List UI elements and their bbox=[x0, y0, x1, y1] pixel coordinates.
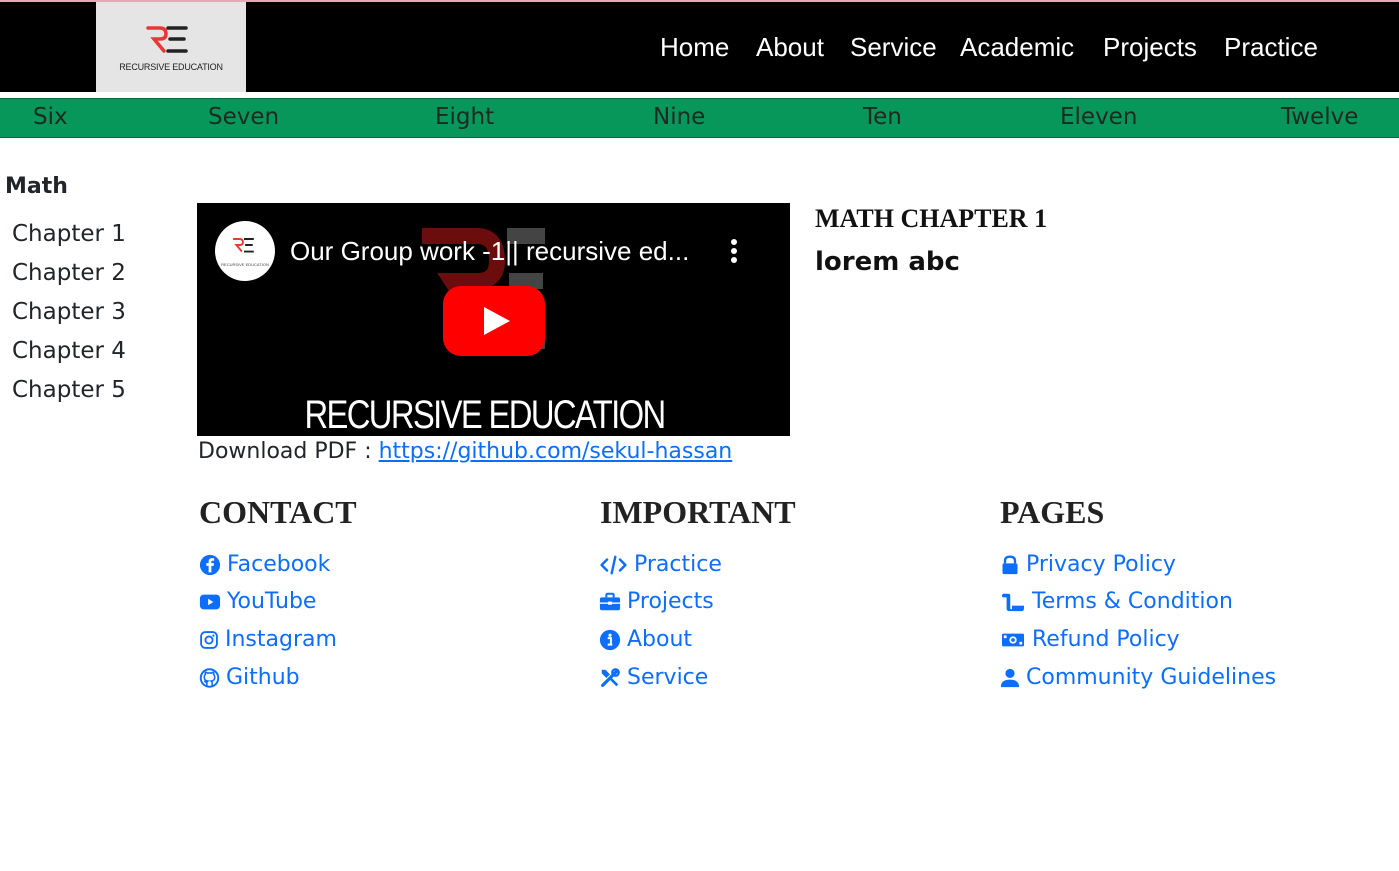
video-title[interactable]: Our Group work -1|| recursive ed... bbox=[290, 236, 689, 267]
code-icon bbox=[600, 555, 627, 574]
info-icon bbox=[599, 629, 621, 650]
sidebar-chapter-5[interactable]: Chapter 5 bbox=[12, 377, 126, 403]
nav-projects[interactable]: Projects bbox=[1103, 30, 1197, 64]
footer-link-refund-policy[interactable]: Refund Policy bbox=[1000, 627, 1180, 652]
lock-icon bbox=[1002, 554, 1018, 574]
footer-link-label: YouTube bbox=[227, 589, 317, 614]
youtube-video-player[interactable]: RECURSIVE EDUCATION Our Group work -1|| … bbox=[197, 203, 790, 436]
footer-link-community-guidelines[interactable]: Community Guidelines bbox=[1000, 665, 1276, 690]
channel-avatar-text: RECURSIVE EDUCATION bbox=[221, 262, 269, 267]
footer-link-instagram[interactable]: Instagram bbox=[199, 627, 337, 652]
footer-link-label: Refund Policy bbox=[1032, 627, 1180, 652]
footer-link-terms[interactable]: Terms & Condition bbox=[1000, 589, 1233, 614]
chapter-title: MATH CHAPTER 1 bbox=[815, 204, 1048, 233]
grade-twelve[interactable]: Twelve bbox=[1281, 104, 1358, 130]
footer-link-privacy-policy[interactable]: Privacy Policy bbox=[1000, 552, 1176, 577]
grade-six[interactable]: Six bbox=[33, 104, 68, 130]
github-icon bbox=[199, 667, 220, 688]
site-logo[interactable]: RECURSIVE EDUCATION bbox=[96, 2, 246, 92]
chapter-body: lorem abc bbox=[815, 247, 960, 277]
sidebar-chapter-2[interactable]: Chapter 2 bbox=[12, 260, 126, 286]
footer-link-facebook[interactable]: Facebook bbox=[199, 552, 330, 577]
footer-link-label: Facebook bbox=[227, 552, 331, 577]
footer-link-label: Projects bbox=[627, 589, 714, 614]
footer-contact-heading: CONTACT bbox=[199, 494, 357, 530]
download-label: Download PDF : bbox=[198, 439, 379, 464]
sidebar-title: Math bbox=[5, 174, 68, 199]
video-more-menu-icon[interactable] bbox=[729, 239, 739, 267]
video-caption: RECURSIVE EDUCATION bbox=[304, 393, 666, 436]
nav-academic[interactable]: Academic bbox=[960, 30, 1074, 64]
facebook-icon bbox=[199, 554, 221, 575]
footer-link-label: Community Guidelines bbox=[1026, 665, 1277, 690]
download-pdf: Download PDF : https://github.com/sekul-… bbox=[198, 439, 732, 464]
download-link[interactable]: https://github.com/sekul-hassan bbox=[379, 439, 733, 464]
footer-link-youtube[interactable]: YouTube bbox=[199, 589, 316, 614]
channel-avatar[interactable]: RECURSIVE EDUCATION bbox=[215, 221, 275, 281]
user-icon bbox=[1000, 668, 1020, 687]
youtube-icon bbox=[199, 594, 221, 609]
sidebar-chapter-3[interactable]: Chapter 3 bbox=[12, 299, 126, 325]
scroll-icon bbox=[1002, 593, 1024, 611]
tools-icon bbox=[601, 667, 620, 687]
footer-link-label: Practice bbox=[634, 552, 722, 577]
site-header: RECURSIVE EDUCATION Home About Service A… bbox=[0, 2, 1399, 92]
sidebar-chapter-4[interactable]: Chapter 4 bbox=[12, 338, 126, 364]
footer-link-about[interactable]: About bbox=[599, 627, 692, 652]
grade-bar: Six Seven Eight Nine Ten Eleven Twelve bbox=[0, 98, 1399, 138]
nav-service[interactable]: Service bbox=[850, 30, 937, 64]
nav-home[interactable]: Home bbox=[660, 30, 729, 64]
footer-link-label: Github bbox=[226, 665, 300, 690]
footer-link-label: About bbox=[627, 627, 693, 652]
footer-link-projects[interactable]: Projects bbox=[599, 589, 714, 614]
footer-link-label: Service bbox=[627, 665, 709, 690]
footer-link-github[interactable]: Github bbox=[199, 665, 300, 690]
footer-pages-heading: PAGES bbox=[1000, 494, 1105, 530]
footer-link-practice[interactable]: Practice bbox=[599, 552, 722, 577]
grade-ten[interactable]: Ten bbox=[863, 104, 902, 130]
grade-nine[interactable]: Nine bbox=[653, 104, 705, 130]
footer-link-label: Terms & Condition bbox=[1032, 589, 1233, 614]
footer-important-heading: IMPORTANT bbox=[600, 494, 796, 530]
grade-eight[interactable]: Eight bbox=[435, 104, 494, 130]
channel-logo-icon bbox=[233, 238, 254, 253]
briefcase-icon bbox=[599, 592, 621, 610]
footer-link-label: Instagram bbox=[225, 627, 337, 652]
instagram-icon bbox=[200, 630, 218, 649]
sidebar-chapter-1[interactable]: Chapter 1 bbox=[12, 221, 126, 247]
play-button[interactable] bbox=[443, 286, 545, 356]
grade-seven[interactable]: Seven bbox=[208, 104, 279, 130]
nav-practice[interactable]: Practice bbox=[1224, 30, 1318, 64]
footer-link-label: Privacy Policy bbox=[1026, 552, 1176, 577]
logo-mark-icon bbox=[146, 26, 188, 53]
nav-about[interactable]: About bbox=[756, 30, 824, 64]
logo-text: RECURSIVE EDUCATION bbox=[119, 62, 223, 72]
money-icon bbox=[1002, 633, 1024, 646]
footer-link-service[interactable]: Service bbox=[599, 665, 708, 690]
grade-eleven[interactable]: Eleven bbox=[1060, 104, 1137, 130]
